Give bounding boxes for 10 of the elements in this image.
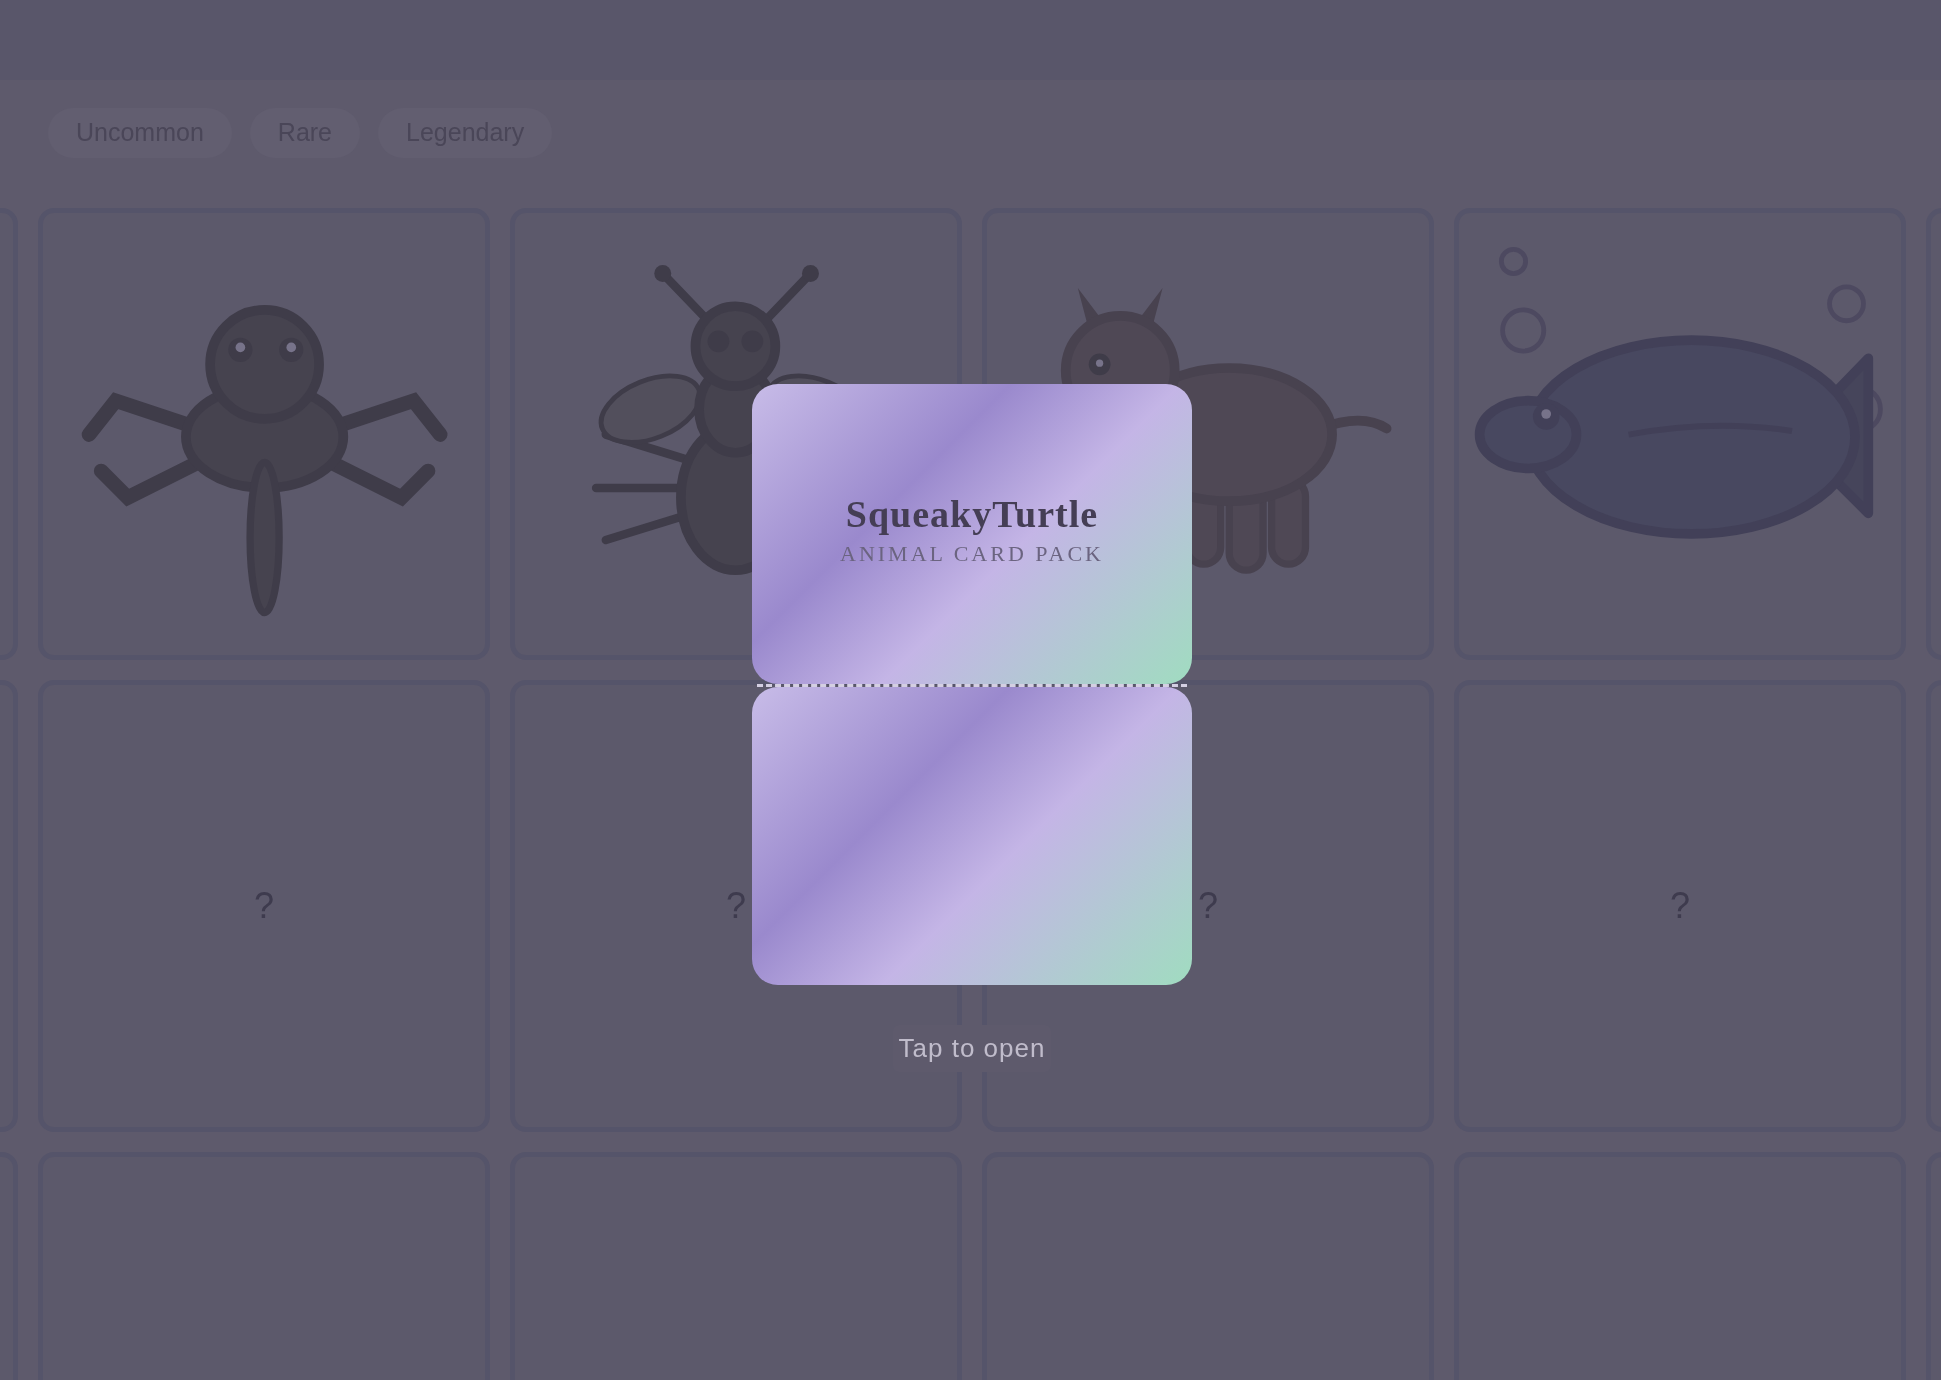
- pack-title: SqueakyTurtle: [845, 494, 1099, 533]
- animal-card[interactable]: ?: [38, 680, 490, 1132]
- pack-top-dialog[interactable]: SqueakyTurtle ANIMAL CARD PACK: [752, 384, 1192, 684]
- unknown-mark: ?: [1198, 884, 1218, 928]
- unknown-mark: ?: [726, 884, 746, 928]
- pack-subtitle: ANIMAL CARD PACK: [840, 539, 1104, 568]
- unknown-mark: ?: [1670, 884, 1690, 928]
- unknown-mark: ?: [254, 884, 274, 928]
- pack-bottom-dialog[interactable]: [752, 687, 1192, 985]
- animal-card[interactable]: ?: [1454, 680, 1906, 1132]
